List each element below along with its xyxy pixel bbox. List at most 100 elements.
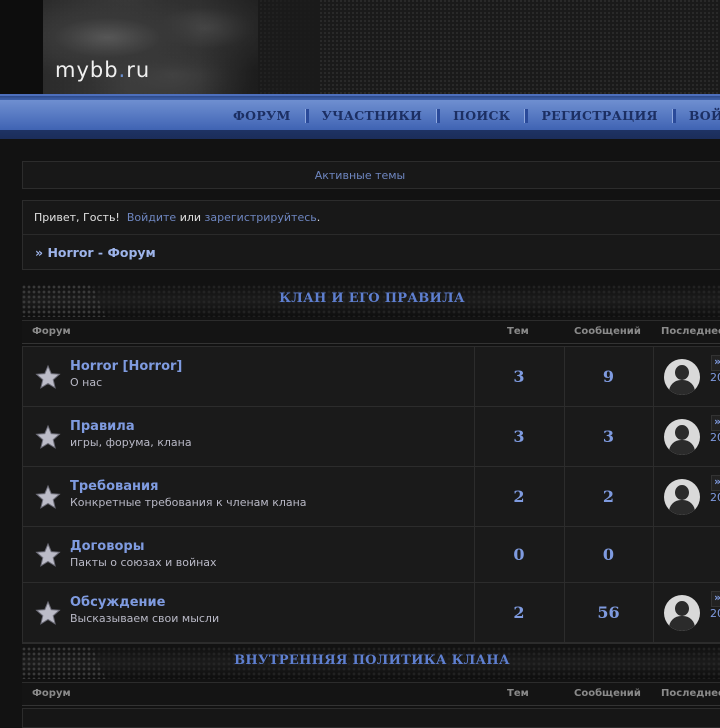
last-post-cell: »20 bbox=[653, 407, 720, 466]
topics-cell: 2 bbox=[474, 467, 565, 526]
forum-title-link[interactable]: Обсуждение bbox=[70, 595, 165, 610]
nav-separator bbox=[658, 100, 689, 130]
column-posts: Сообщений bbox=[574, 688, 641, 699]
last-post-link[interactable]: » bbox=[711, 591, 720, 607]
nav-item-forum: ФОРУМ bbox=[233, 100, 291, 130]
column-topics: Тем bbox=[507, 688, 529, 699]
column-topics: Тем bbox=[507, 326, 529, 337]
nav-bar: ФОРУМ УЧАСТНИКИ ПОИСК РЕГИСТРАЦИЯ ВОЙТИ bbox=[0, 100, 720, 130]
nav-link-forum[interactable]: ФОРУМ bbox=[233, 108, 291, 123]
forum-cell: Требования Конкретные требования к членам… bbox=[23, 467, 475, 526]
column-headers: Форум Тем Сообщений Последнее bbox=[22, 682, 720, 706]
nav-item-register: РЕГИСТРАЦИЯ bbox=[541, 100, 657, 130]
forum-row: Обсуждение Высказываем свои мысли 2 56 »20 bbox=[23, 583, 720, 643]
posts-count: 3 bbox=[602, 426, 615, 446]
star-icon bbox=[35, 542, 61, 568]
last-post-date: 20 bbox=[710, 491, 720, 504]
category-header: КЛАН И ЕГО ПРАВИЛА bbox=[22, 285, 720, 317]
nav-link-search[interactable]: ПОИСК bbox=[453, 108, 510, 123]
posts-count: 56 bbox=[597, 602, 620, 622]
user-avatar-icon[interactable] bbox=[664, 594, 700, 631]
nav-item-members: УЧАСТНИКИ bbox=[322, 100, 423, 130]
column-forum: Форум bbox=[32, 688, 71, 699]
forum-cell: Правила игры, форума, клана bbox=[23, 407, 475, 466]
nav-separator bbox=[510, 100, 541, 130]
category-title[interactable]: ВНУТРЕННЯЯ ПОЛИТИКА КЛАНА bbox=[22, 647, 720, 675]
nav-link-register[interactable]: РЕГИСТРАЦИЯ bbox=[541, 108, 657, 123]
register-link[interactable]: зарегистрируйтесь bbox=[205, 211, 317, 224]
login-link[interactable]: Войдите bbox=[127, 211, 176, 224]
user-avatar-icon[interactable] bbox=[664, 358, 700, 395]
star-icon bbox=[35, 364, 61, 390]
forum-row: Договоры Пакты о союзах и войнах 0 0 bbox=[23, 527, 720, 583]
logo-tld: ru bbox=[126, 58, 151, 82]
forum-title-link[interactable]: Договоры bbox=[70, 539, 144, 554]
user-avatar-icon[interactable] bbox=[664, 418, 700, 455]
forum-table: Horror [Horror]О нас39»20Правилаигры, фо… bbox=[22, 346, 720, 644]
nav-item-login: ВОЙТИ bbox=[689, 100, 720, 130]
site-logo[interactable]: mybb.ru bbox=[55, 58, 150, 82]
column-last-post: Последнее bbox=[661, 688, 720, 699]
posts-count: 0 bbox=[602, 544, 615, 564]
last-post-cell: »20 bbox=[653, 347, 720, 406]
welcome-greeting: Привет, Гость! Войдите или зарегистрируй… bbox=[34, 211, 320, 224]
or-text: или bbox=[179, 211, 202, 224]
greeting-text: Привет, Гость! bbox=[34, 211, 120, 224]
column-last-post: Последнее bbox=[661, 326, 720, 337]
topics-count: 3 bbox=[513, 426, 525, 446]
star-icon bbox=[35, 600, 61, 626]
topics-count: 3 bbox=[513, 366, 525, 386]
period-text: . bbox=[316, 211, 321, 224]
nav-separator bbox=[422, 100, 453, 130]
nav-link-login[interactable]: ВОЙТИ bbox=[689, 108, 720, 123]
last-post-link[interactable]: » bbox=[711, 355, 720, 371]
forum-description: Конкретные требования к членам клана bbox=[70, 496, 307, 509]
welcome-box: Привет, Гость! Войдите или зарегистрируй… bbox=[22, 200, 720, 270]
column-forum: Форум bbox=[32, 326, 71, 337]
topics-count: 2 bbox=[513, 602, 525, 622]
forum-title-link[interactable]: Требования bbox=[70, 479, 158, 494]
last-post-cell: »20 bbox=[653, 583, 720, 642]
nav-separator bbox=[291, 100, 322, 130]
topics-count: 2 bbox=[513, 486, 525, 506]
forum-cell: Horror [Horror] О нас bbox=[23, 347, 475, 406]
posts-cell: 0 bbox=[564, 527, 654, 582]
last-post-date: 20 bbox=[710, 607, 720, 620]
logo-text: mybb bbox=[55, 58, 119, 82]
last-post-cell: »20 bbox=[653, 467, 720, 526]
forum-cell: Обсуждение Высказываем свои мысли bbox=[23, 583, 475, 642]
breadcrumb: » Horror - Форум bbox=[35, 245, 156, 260]
last-post-link[interactable]: » bbox=[711, 475, 720, 491]
forum-title-link[interactable]: Правила bbox=[70, 419, 135, 434]
active-topics-bar: Активные темы bbox=[22, 161, 720, 189]
topics-cell: 3 bbox=[474, 347, 565, 406]
column-posts: Сообщений bbox=[574, 326, 641, 337]
topics-cell: 0 bbox=[474, 527, 565, 582]
nav-list: ФОРУМ УЧАСТНИКИ ПОИСК РЕГИСТРАЦИЯ ВОЙТИ bbox=[233, 100, 720, 130]
main-navigation: ФОРУМ УЧАСТНИКИ ПОИСК РЕГИСТРАЦИЯ ВОЙТИ bbox=[0, 94, 720, 139]
user-avatar-icon[interactable] bbox=[664, 478, 700, 515]
breadcrumb-forum-link[interactable]: Horror - Форум bbox=[47, 245, 155, 260]
forum-description: игры, форума, клана bbox=[70, 436, 192, 449]
last-post-cell bbox=[653, 527, 720, 582]
last-post-date: 20 bbox=[710, 371, 720, 384]
category-header: ВНУТРЕННЯЯ ПОЛИТИКА КЛАНА bbox=[22, 647, 720, 679]
posts-cell: 2 bbox=[564, 467, 654, 526]
last-post-date: 20 bbox=[710, 431, 720, 444]
topics-cell: 3 bbox=[474, 407, 565, 466]
forum-row: Horror [Horror] О нас 3 9 »20 bbox=[23, 347, 720, 407]
site-header: mybb.ru bbox=[0, 0, 720, 94]
forum-description: Высказываем свои мысли bbox=[70, 612, 220, 625]
column-headers: Форум Тем Сообщений Последнее bbox=[22, 320, 720, 344]
forum-title-link[interactable]: Horror [Horror] bbox=[70, 359, 182, 374]
posts-cell: 3 bbox=[564, 407, 654, 466]
category-title[interactable]: КЛАН И ЕГО ПРАВИЛА bbox=[22, 285, 720, 313]
last-post-link[interactable]: » bbox=[711, 415, 720, 431]
star-icon bbox=[35, 424, 61, 450]
topics-cell: 2 bbox=[474, 583, 565, 642]
nav-link-members[interactable]: УЧАСТНИКИ bbox=[322, 108, 423, 123]
forum-row: Требования Конкретные требования к членам… bbox=[23, 467, 720, 527]
active-topics-link[interactable]: Активные темы bbox=[315, 169, 406, 182]
topics-count: 0 bbox=[513, 544, 525, 564]
posts-cell: 9 bbox=[564, 347, 654, 406]
